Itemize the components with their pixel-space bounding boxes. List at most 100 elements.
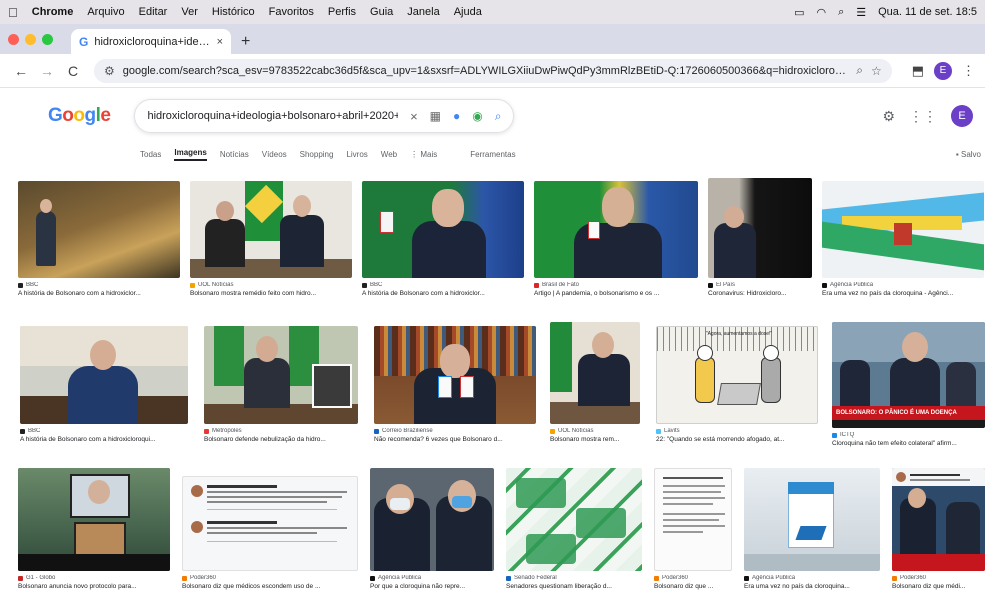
image-result[interactable]: BBC A história de Bolsonaro com a hidrox… [20,326,188,443]
result-thumbnail[interactable] [534,181,698,278]
result-thumbnail[interactable] [506,468,642,571]
browser-tab[interactable]: G hidroxicloroquina+ideologia+ × [71,29,231,54]
menu-guia[interactable]: Guia [370,6,393,18]
image-result[interactable]: Brasil de Fato Artigo | A pandemia, o bo… [534,181,698,297]
image-result[interactable]: UOL Notícias Bolsonaro mostra remédio fe… [190,181,352,297]
control-center-icon[interactable]: ☰ [856,6,866,19]
result-thumbnail[interactable] [182,476,358,571]
search-input[interactable]: hidroxicloroquina+ideologia+bolsonaro+ab… [147,110,398,122]
keyboard-icon[interactable]: ▦ [430,109,441,123]
result-caption: Coronavirus: Hidroxicloro... [708,290,787,297]
image-result[interactable]: BOLSONARO: O PÂNICO É UMA DOENÇA ICTQ Cl… [832,322,985,447]
search-box[interactable]: hidroxicloroquina+ideologia+bolsonaro+ab… [134,99,515,133]
tab-todas[interactable]: Todas [140,150,161,159]
result-thumbnail[interactable] [20,326,188,424]
result-source: Correio Braziliense [382,428,433,434]
tab-shopping[interactable]: Shopping [300,150,334,159]
image-result[interactable]: Poder360 Bolsonaro diz que médi... [892,468,985,590]
result-thumbnail[interactable]: "Agora, aumentamos a dose!" [656,326,818,424]
new-tab-button[interactable]: + [241,29,250,54]
spotlight-icon[interactable]: ⌕ [838,6,844,19]
address-bar[interactable]: ⚙ google.com/search?sca_esv=9783522cabc3… [94,58,892,83]
result-thumbnail[interactable] [370,468,494,571]
result-source: Senado Federal [514,575,557,581]
forward-button[interactable]: → [36,63,58,79]
result-thumbnail[interactable] [654,468,732,571]
result-thumbnail[interactable]: BOLSONARO: O PÂNICO É UMA DOENÇA [832,322,985,428]
image-result[interactable]: UOL Notícias Bolsonaro mostra rem... [550,322,640,443]
apps-grid-icon[interactable]: ⋮⋮ [909,108,937,125]
menu-ajuda[interactable]: Ajuda [454,6,482,18]
minimize-window-button[interactable] [25,33,36,45]
source-favicon-icon [204,428,209,434]
result-thumbnail[interactable] [708,178,812,278]
site-info-icon[interactable]: ⚙ [104,64,115,78]
result-thumbnail[interactable] [362,181,524,278]
tab-web[interactable]: Web [381,150,397,159]
voice-search-icon[interactable]: ● [453,109,460,123]
result-thumbnail[interactable] [204,326,358,424]
zoom-window-button[interactable] [42,33,53,45]
result-thumbnail[interactable] [892,468,985,571]
result-thumbnail[interactable] [18,181,180,278]
wifi-icon[interactable]: ◠ [816,6,826,19]
result-source: ICTQ [840,432,855,438]
tab-livros[interactable]: Livros [346,150,367,159]
battery-icon[interactable]: ▭ [794,6,804,19]
menu-arquivo[interactable]: Arquivo [87,6,124,18]
image-result[interactable]: BBC A história de Bolsonaro com a hidrox… [362,181,524,297]
apple-icon[interactable]:  [8,5,18,20]
profile-avatar[interactable]: E [934,61,952,80]
tab-imagens[interactable]: Imagens [174,148,207,161]
menu-favoritos[interactable]: Favoritos [269,6,314,18]
image-result[interactable]: Correio Braziliense Não recomenda? 6 vez… [374,326,536,443]
image-result[interactable]: Poder360 Bolsonaro diz que médicos escon… [182,476,358,590]
back-button[interactable]: ← [10,63,32,79]
result-thumbnail[interactable] [190,181,352,278]
image-result[interactable]: Poder360 Bolsonaro diz que ... [654,468,732,590]
menu-editar[interactable]: Editar [139,6,168,18]
bookmark-star-icon[interactable]: ☆ [871,64,882,78]
settings-gear-icon[interactable]: ⚙ [882,108,895,125]
result-thumbnail[interactable] [822,181,984,278]
search-icon[interactable]: ⌕ [495,109,502,124]
tab-mais[interactable]: ⋮ Mais [410,150,437,159]
zoom-icon[interactable]: ⌕ [856,63,863,78]
menu-perfis[interactable]: Perfis [328,6,356,18]
close-tab-icon[interactable]: × [217,36,223,48]
clear-search-icon[interactable]: × [410,109,418,124]
menu-janela[interactable]: Janela [407,6,439,18]
menu-ver[interactable]: Ver [181,6,198,18]
extensions-icon[interactable]: ⬒ [912,63,924,79]
image-result[interactable]: G1 - Globo Bolsonaro anuncia novo protoc… [18,468,170,590]
tab-noticias[interactable]: Notícias [220,150,249,159]
image-result[interactable]: Senado Federal Senadores questionam libe… [506,468,642,590]
image-result[interactable]: Agência Pública Era uma vez no país da c… [822,181,984,297]
clock[interactable]: Qua. 11 de set. 18:5 [878,6,977,18]
result-thumbnail[interactable] [550,322,640,424]
image-result[interactable]: El País Coronavirus: Hidroxicloro... [708,178,812,297]
close-window-button[interactable] [8,33,19,45]
image-result[interactable]: Agência Pública Era uma vez no país da c… [744,468,880,590]
image-result[interactable]: "Agora, aumentamos a dose!" Lavits 22: "… [656,326,818,443]
result-caption: A história de Bolsonaro com a hidroxiclo… [20,436,156,443]
menu-kebab-icon[interactable]: ⋮ [962,63,975,79]
lens-search-icon[interactable]: ◉ [472,109,482,123]
image-result[interactable]: BBC A história de Bolsonaro com a hidrox… [18,181,180,297]
source-favicon-icon [362,282,367,288]
result-thumbnail[interactable] [374,326,536,424]
image-result[interactable]: Agência Pública Por que a cloroquina não… [370,468,494,590]
tab-videos[interactable]: Vídeos [262,150,287,159]
google-logo[interactable]: Google [48,105,111,127]
tools-button[interactable]: Ferramentas [470,150,515,159]
menu-chrome[interactable]: Chrome [32,6,74,18]
reload-button[interactable]: C [62,63,84,79]
menu-historico[interactable]: Histórico [212,6,255,18]
result-source: Poder360 [190,575,217,581]
news-banner: BOLSONARO: O PÂNICO É UMA DOENÇA [832,406,985,420]
result-thumbnail[interactable] [744,468,880,571]
result-thumbnail[interactable] [18,468,170,571]
image-result[interactable]: Metrópoles Bolsonaro defende nebulização… [204,326,358,443]
saved-button[interactable]: ▪ Salvo [956,150,981,159]
account-avatar[interactable]: E [951,105,973,127]
